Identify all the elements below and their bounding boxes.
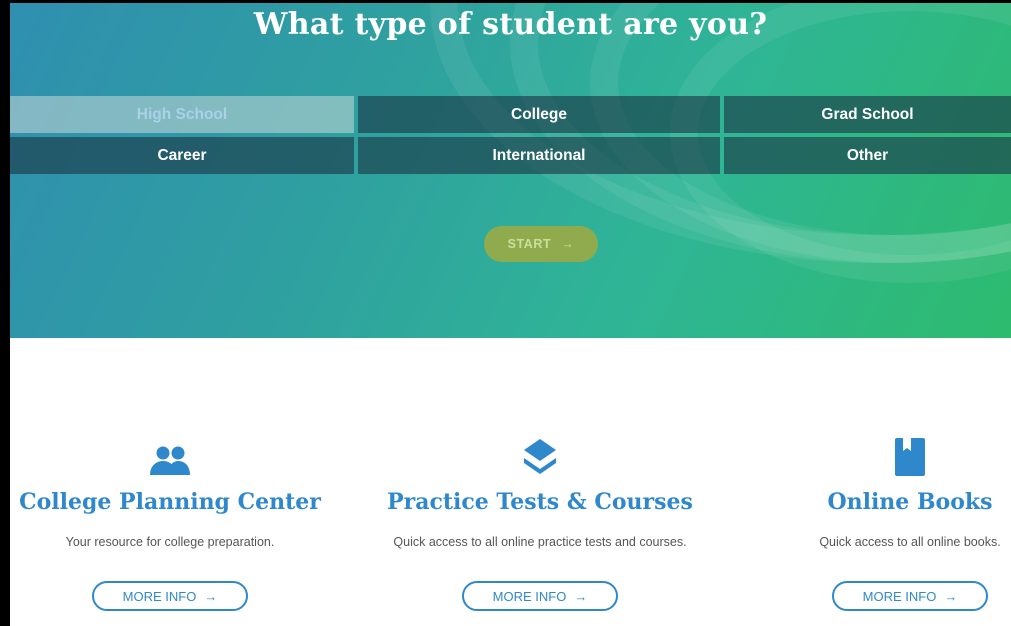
card-online-books: Online Books Quick access to all online … <box>750 433 1011 611</box>
start-button-label: START <box>507 237 552 251</box>
student-type-row: High School College Grad School <box>10 96 1011 133</box>
card-title: Practice Tests & Courses <box>387 489 693 515</box>
arrow-right-icon: → <box>574 588 588 604</box>
student-type-international[interactable]: International <box>358 137 720 174</box>
card-description: Quick access to all online books. <box>819 535 1001 549</box>
student-type-other[interactable]: Other <box>724 137 1011 174</box>
card-description: Your resource for college preparation. <box>65 535 275 549</box>
card-description: Quick access to all online practice test… <box>393 535 687 549</box>
page-frame: What type of student are you? High Schoo… <box>0 0 1011 626</box>
more-info-label: MORE INFO <box>122 588 197 604</box>
more-info-label: MORE INFO <box>492 588 567 604</box>
student-type-hero: What type of student are you? High Schoo… <box>10 3 1011 338</box>
student-type-options: High School College Grad School Career I… <box>10 96 1011 178</box>
hero-title: What type of student are you? <box>253 7 768 42</box>
start-button[interactable]: START → <box>484 226 598 262</box>
student-type-career[interactable]: Career <box>10 137 354 174</box>
arrow-right-icon: → <box>944 588 958 604</box>
layers-icon <box>380 433 700 477</box>
card-title: College Planning Center <box>19 489 321 515</box>
more-info-button[interactable]: MORE INFO → <box>832 581 988 611</box>
users-icon <box>10 433 330 477</box>
arrow-right-icon: → <box>561 237 575 251</box>
card-practice-tests-courses: Practice Tests & Courses Quick access to… <box>380 433 700 611</box>
student-type-high-school[interactable]: High School <box>10 96 354 133</box>
card-title: Online Books <box>827 489 993 515</box>
book-icon <box>750 433 1011 477</box>
student-type-grad-school[interactable]: Grad School <box>724 96 1011 133</box>
student-type-college[interactable]: College <box>358 96 720 133</box>
more-info-label: MORE INFO <box>862 588 937 604</box>
more-info-button[interactable]: MORE INFO → <box>462 581 618 611</box>
arrow-right-icon: → <box>204 588 218 604</box>
card-college-planning-center: College Planning Center Your resource fo… <box>10 433 330 611</box>
student-type-row: Career International Other <box>10 137 1011 174</box>
more-info-button[interactable]: MORE INFO → <box>92 581 248 611</box>
